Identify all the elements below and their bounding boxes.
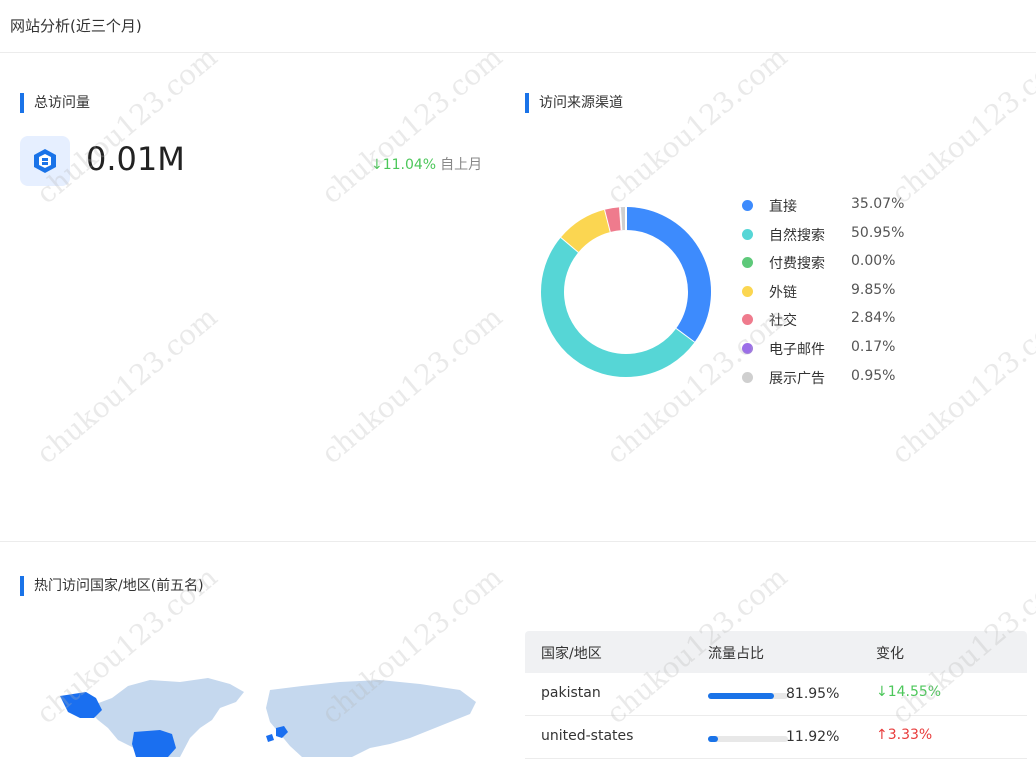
donut-slice-3 — [570, 221, 608, 245]
legend-item-2[interactable]: 付费搜索 0.00% — [742, 251, 942, 280]
countries-table-body: pakistan 81.95% ↓14.55% united-states 11.92%… — [525, 673, 1027, 759]
col-header-country: 国家/地区 — [541, 643, 602, 663]
legend-dot — [742, 286, 753, 297]
country-name: united-states — [541, 728, 633, 744]
legend-dot — [742, 257, 753, 268]
share-bar — [708, 693, 788, 699]
visits-change: ↓11.04%自上月 — [371, 154, 482, 174]
table-row: united-states 11.92% ↑3.33% — [525, 716, 1027, 759]
watermark-text: chukou123.com — [600, 40, 794, 210]
page-header: 网站分析(近三个月) — [0, 0, 1036, 53]
legend-dot — [742, 372, 753, 383]
legend-value: 0.95% — [851, 368, 895, 384]
share-bar — [708, 736, 788, 742]
country-name: pakistan — [541, 685, 601, 701]
watermark-text: chukou123.com — [30, 300, 224, 470]
legend-item-4[interactable]: 社交 2.84% — [742, 308, 942, 337]
share-bar-fill — [708, 693, 774, 699]
channels-legend: 直接 35.07% 自然搜索 50.95% 付费搜索 0.00% 外链 9.85% 社交 2.84… — [742, 194, 942, 394]
legend-label: 社交 — [769, 310, 797, 330]
countries-table: 国家/地区 流量占比 变化 pakistan 81.95% ↓14.55% unite… — [525, 631, 1027, 759]
legend-item-6[interactable]: 展示广告 0.95% — [742, 366, 942, 395]
share-percent: 81.95% — [786, 686, 839, 702]
donut-slice-1 — [552, 245, 685, 366]
watermark-text: chukou123.com — [885, 40, 1036, 210]
legend-dot — [742, 200, 753, 211]
channels-donut-chart — [539, 205, 713, 379]
legend-item-3[interactable]: 外链 9.85% — [742, 280, 942, 309]
legend-item-1[interactable]: 自然搜索 50.95% — [742, 223, 942, 252]
legend-item-5[interactable]: 电子邮件 0.17% — [742, 337, 942, 366]
legend-item-0[interactable]: 直接 35.07% — [742, 194, 942, 223]
legend-label: 自然搜索 — [769, 225, 825, 245]
total-visits-value: 0.01M — [86, 140, 185, 178]
legend-value: 0.00% — [851, 253, 895, 269]
countries-title: 热门访问国家/地区(前五名) — [20, 576, 204, 596]
countries-table-header: 国家/地区 流量占比 变化 — [525, 631, 1027, 673]
col-header-change: 变化 — [876, 643, 904, 663]
legend-value: 35.07% — [851, 196, 904, 212]
legend-label: 外链 — [769, 282, 797, 302]
legend-value: 50.95% — [851, 225, 904, 241]
legend-label: 付费搜索 — [769, 253, 825, 273]
legend-label: 电子邮件 — [769, 339, 825, 359]
legend-dot — [742, 314, 753, 325]
legend-dot — [742, 343, 753, 354]
legend-label: 展示广告 — [769, 368, 825, 388]
share-bar-fill — [708, 736, 718, 742]
channels-title: 访问来源渠道 — [525, 93, 623, 113]
change-value: ↑3.33% — [876, 727, 932, 743]
legend-value: 9.85% — [851, 282, 895, 298]
world-map — [40, 668, 480, 757]
legend-dot — [742, 229, 753, 240]
legend-value: 0.17% — [851, 339, 895, 355]
table-row: pakistan 81.95% ↓14.55% — [525, 673, 1027, 716]
total-visits-title: 总访问量 — [20, 93, 90, 113]
donut-slice-4 — [608, 219, 621, 221]
visits-change-percent: ↓11.04% — [371, 157, 436, 173]
visits-icon — [20, 136, 70, 186]
watermark-text: chukou123.com — [315, 300, 509, 470]
share-percent: 11.92% — [786, 729, 839, 745]
change-value: ↓14.55% — [876, 684, 941, 700]
legend-label: 直接 — [769, 196, 797, 216]
donut-slice-0 — [626, 219, 700, 336]
col-header-share: 流量占比 — [708, 643, 764, 663]
visits-change-label: 自上月 — [440, 157, 482, 173]
page-title: 网站分析(近三个月) — [10, 15, 142, 36]
watermark-text: chukou123.com — [315, 40, 509, 210]
legend-value: 2.84% — [851, 310, 895, 326]
section-divider — [0, 541, 1036, 542]
